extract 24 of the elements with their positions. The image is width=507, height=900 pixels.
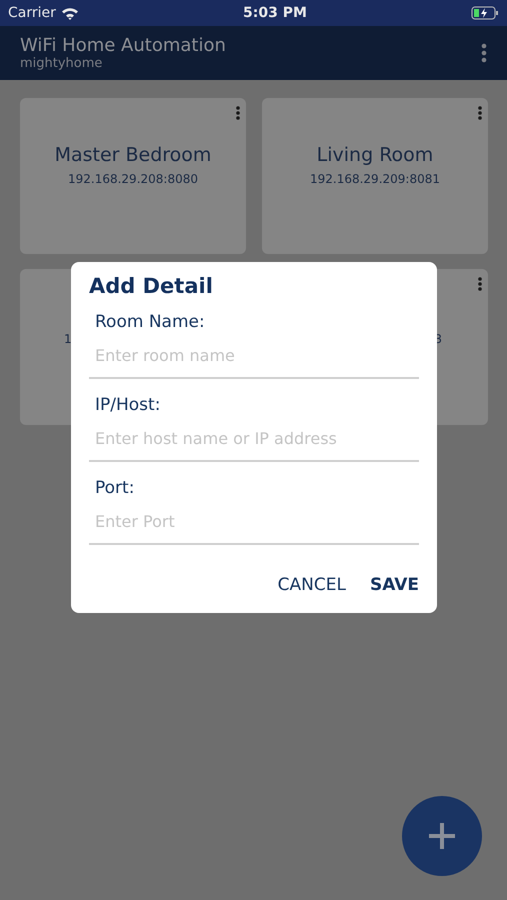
room-address: 192.168.29.208:8080 <box>66 172 199 186</box>
wifi-icon <box>60 6 79 20</box>
battery-icon <box>471 6 499 20</box>
more-menu-icon[interactable] <box>478 277 482 291</box>
cancel-button[interactable]: CANCEL <box>278 575 346 595</box>
save-button[interactable]: SAVE <box>370 575 419 595</box>
clock-time: 5:03 PM <box>243 5 307 21</box>
room-name: Living Room <box>316 144 434 166</box>
room-card[interactable]: Master Bedroom 192.168.29.208:8080 <box>20 98 246 254</box>
app-subtitle: mightyhome <box>20 56 104 71</box>
room-name: Master Bedroom <box>54 144 212 166</box>
room-address: 1 <box>63 332 73 346</box>
more-menu-icon[interactable] <box>236 106 240 120</box>
plus-icon <box>429 823 455 849</box>
field-label: Room Name: <box>95 312 206 332</box>
dialog-title: Add Detail <box>89 274 214 298</box>
field-label: IP/Host: <box>95 395 162 415</box>
carrier-label: Carrier <box>8 5 56 21</box>
more-menu-icon[interactable] <box>481 43 487 63</box>
more-menu-icon[interactable] <box>478 106 482 120</box>
room-address: 192.168.29.209:8081 <box>308 172 441 186</box>
app-title: WiFi Home Automation <box>20 35 226 56</box>
room-card[interactable]: Living Room 192.168.29.209:8081 <box>262 98 488 254</box>
field-label: Port: <box>95 478 136 498</box>
